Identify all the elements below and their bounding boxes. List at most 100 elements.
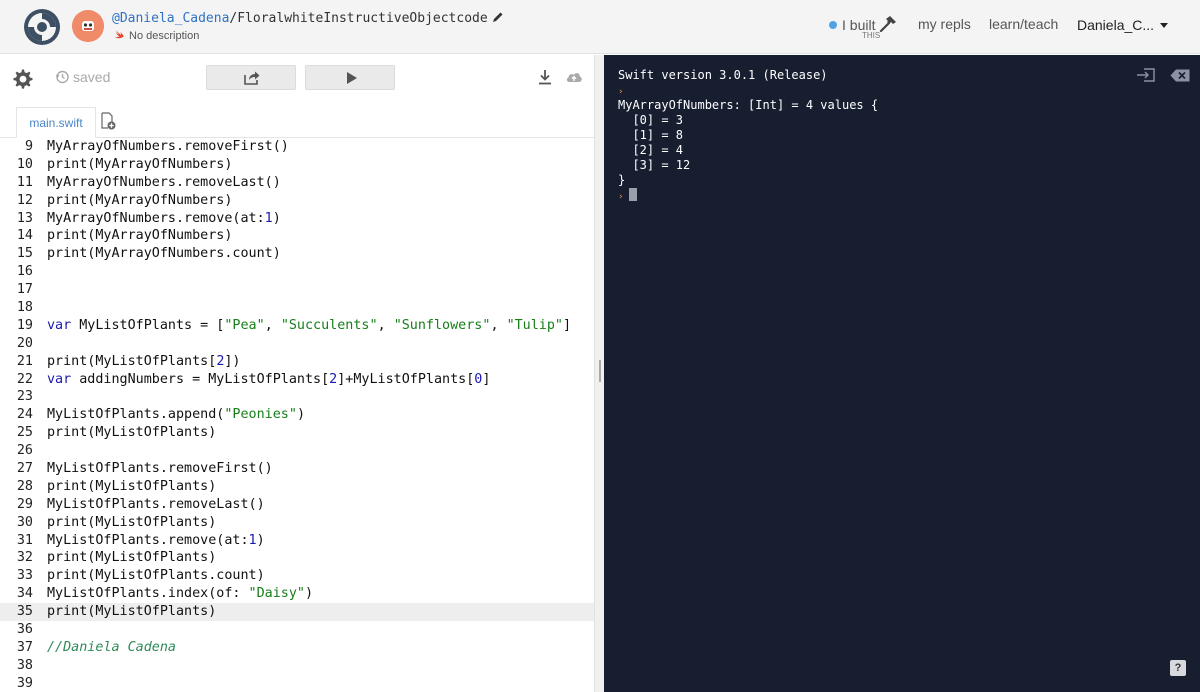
code-line[interactable]: 38 <box>0 657 594 675</box>
code-line[interactable]: 31 MyListOfPlants.remove(at:1) <box>0 532 594 550</box>
exit-icon[interactable] <box>1136 67 1156 83</box>
help-icon[interactable]: ? <box>1170 660 1186 676</box>
line-code: print(MyListOfPlants) <box>47 425 217 441</box>
code-line[interactable]: 19 var MyListOfPlants = ["Pea", "Succulen… <box>0 317 594 335</box>
pencil-edit-icon[interactable] <box>492 11 504 23</box>
code-line[interactable]: 25 print(MyListOfPlants) <box>0 424 594 442</box>
line-number: 23 <box>16 389 33 405</box>
code-line[interactable]: 17 <box>0 281 594 299</box>
line-number: 16 <box>16 264 33 280</box>
code-line[interactable]: 36 <box>0 621 594 639</box>
hammer-icon <box>880 16 897 33</box>
code-line[interactable]: 15 print(MyArrayOfNumbers.count) <box>0 245 594 263</box>
code-line[interactable]: 26 <box>0 442 594 460</box>
chevron-down-icon <box>1160 23 1169 28</box>
line-number: 22 <box>16 371 33 387</box>
line-number: 13 <box>16 210 33 226</box>
code-line[interactable]: 35 print(MyListOfPlants) <box>0 603 594 622</box>
code-line[interactable]: 16 <box>0 263 594 281</box>
add-file-icon[interactable] <box>100 112 116 130</box>
line-number: 12 <box>16 192 33 208</box>
code-line[interactable]: 18 <box>0 299 594 317</box>
line-code: print(MyArrayOfNumbers.count) <box>47 246 281 262</box>
editor-pane: saved main.swift 9 MyArrayOfNumbers.remov… <box>0 55 594 692</box>
code-line[interactable]: 27 MyListOfPlants.removeFirst() <box>0 460 594 478</box>
line-code: MyArrayOfNumbers.remove(at:1) <box>47 210 281 226</box>
line-number: 38 <box>16 657 33 673</box>
line-number: 15 <box>16 246 33 262</box>
line-number: 34 <box>16 586 33 602</box>
download-icon[interactable] <box>537 69 553 85</box>
history-icon <box>55 70 69 84</box>
splitter-handle[interactable] <box>599 360 601 382</box>
gear-icon[interactable] <box>11 68 33 90</box>
code-line[interactable]: 33 print(MyListOfPlants.count) <box>0 567 594 585</box>
line-code: print(MyListOfPlants) <box>47 604 217 620</box>
clear-console-icon[interactable] <box>1170 69 1190 82</box>
line-number: 18 <box>16 300 33 316</box>
code-line[interactable]: 12 print(MyArrayOfNumbers) <box>0 192 594 210</box>
code-line[interactable]: 13 MyArrayOfNumbers.remove(at:1) <box>0 210 594 228</box>
username-link[interactable]: @Daniela_Cadena <box>112 11 229 26</box>
code-line[interactable]: 39 <box>0 675 594 692</box>
line-number: 36 <box>16 622 33 638</box>
nav-my-repls[interactable]: my repls <box>918 16 971 32</box>
code-editor[interactable]: 9 MyArrayOfNumbers.removeFirst() 10 print(M… <box>0 138 594 692</box>
line-number: 28 <box>16 478 33 494</box>
line-number: 24 <box>16 407 33 423</box>
code-line[interactable]: 9 MyArrayOfNumbers.removeFirst() <box>0 138 594 156</box>
line-code: print(MyListOfPlants.count) <box>47 568 265 584</box>
code-line[interactable]: 22 var addingNumbers = MyListOfPlants[2]+… <box>0 371 594 389</box>
line-number: 21 <box>16 353 33 369</box>
code-line[interactable]: 30 print(MyListOfPlants) <box>0 514 594 532</box>
file-tabs: main.swift <box>0 107 594 138</box>
line-code: MyArrayOfNumbers.removeLast() <box>47 174 281 190</box>
code-line[interactable]: 14 print(MyArrayOfNumbers) <box>0 227 594 245</box>
console-pane[interactable]: Swift version 3.0.1 (Release) › MyArrayO… <box>604 55 1200 692</box>
code-line[interactable]: 32 print(MyListOfPlants) <box>0 549 594 567</box>
console-version-line: Swift version 3.0.1 (Release) <box>618 68 828 82</box>
repl-title[interactable]: @Daniela_Cadena/FloralwhiteInstructiveOb… <box>112 11 504 26</box>
line-number: 11 <box>16 174 33 190</box>
line-number: 25 <box>16 425 33 441</box>
line-code: print(MyArrayOfNumbers) <box>47 228 233 244</box>
tab-main-swift[interactable]: main.swift <box>16 107 96 138</box>
line-number: 32 <box>16 550 33 566</box>
run-button[interactable] <box>305 65 395 90</box>
replit-logo-icon[interactable] <box>22 7 62 47</box>
nav-learn-teach[interactable]: learn/teach <box>989 16 1058 32</box>
console-input-line[interactable]: › <box>618 188 878 203</box>
terminal-cursor <box>629 188 638 201</box>
avatar[interactable] <box>72 10 104 42</box>
swift-language-icon <box>115 30 125 39</box>
code-line[interactable]: 23 <box>0 388 594 406</box>
line-number: 37 <box>16 639 33 655</box>
code-line[interactable]: 28 print(MyListOfPlants) <box>0 478 594 496</box>
code-line[interactable]: 21 print(MyListOfPlants[2]) <box>0 353 594 371</box>
line-number: 31 <box>16 532 33 548</box>
line-number: 20 <box>16 335 33 351</box>
share-button[interactable] <box>206 65 296 90</box>
code-line[interactable]: 10 print(MyArrayOfNumbers) <box>0 156 594 174</box>
line-code: MyListOfPlants.removeLast() <box>47 496 265 512</box>
code-line[interactable]: 20 <box>0 335 594 353</box>
code-line[interactable]: 37 //Daniela Cadena <box>0 639 594 657</box>
console-output-line: MyArrayOfNumbers: [Int] = 4 values { <box>618 98 879 112</box>
line-number: 30 <box>16 514 33 530</box>
line-number: 9 <box>24 139 33 154</box>
cloud-upload-icon[interactable] <box>565 69 583 85</box>
pane-splitter[interactable] <box>594 55 604 692</box>
repl-name[interactable]: FloralwhiteInstructiveObjectcode <box>237 11 487 26</box>
code-line[interactable]: 11 MyArrayOfNumbers.removeLast() <box>0 174 594 192</box>
saved-label: saved <box>73 69 111 85</box>
line-number: 26 <box>16 443 33 459</box>
line-code: MyListOfPlants.append("Peonies") <box>47 407 305 423</box>
line-code: print(MyArrayOfNumbers) <box>47 192 233 208</box>
repl-description[interactable]: No description <box>114 29 199 42</box>
user-menu-dropdown[interactable]: Daniela_C... <box>1077 17 1169 33</box>
code-line[interactable]: 24 MyListOfPlants.append("Peonies") <box>0 406 594 424</box>
code-line[interactable]: 34 MyListOfPlants.index(of: "Daisy") <box>0 585 594 603</box>
user-menu-label: Daniela_C... <box>1077 17 1155 33</box>
prompt-symbol: › <box>618 192 624 202</box>
code-line[interactable]: 29 MyListOfPlants.removeLast() <box>0 496 594 514</box>
